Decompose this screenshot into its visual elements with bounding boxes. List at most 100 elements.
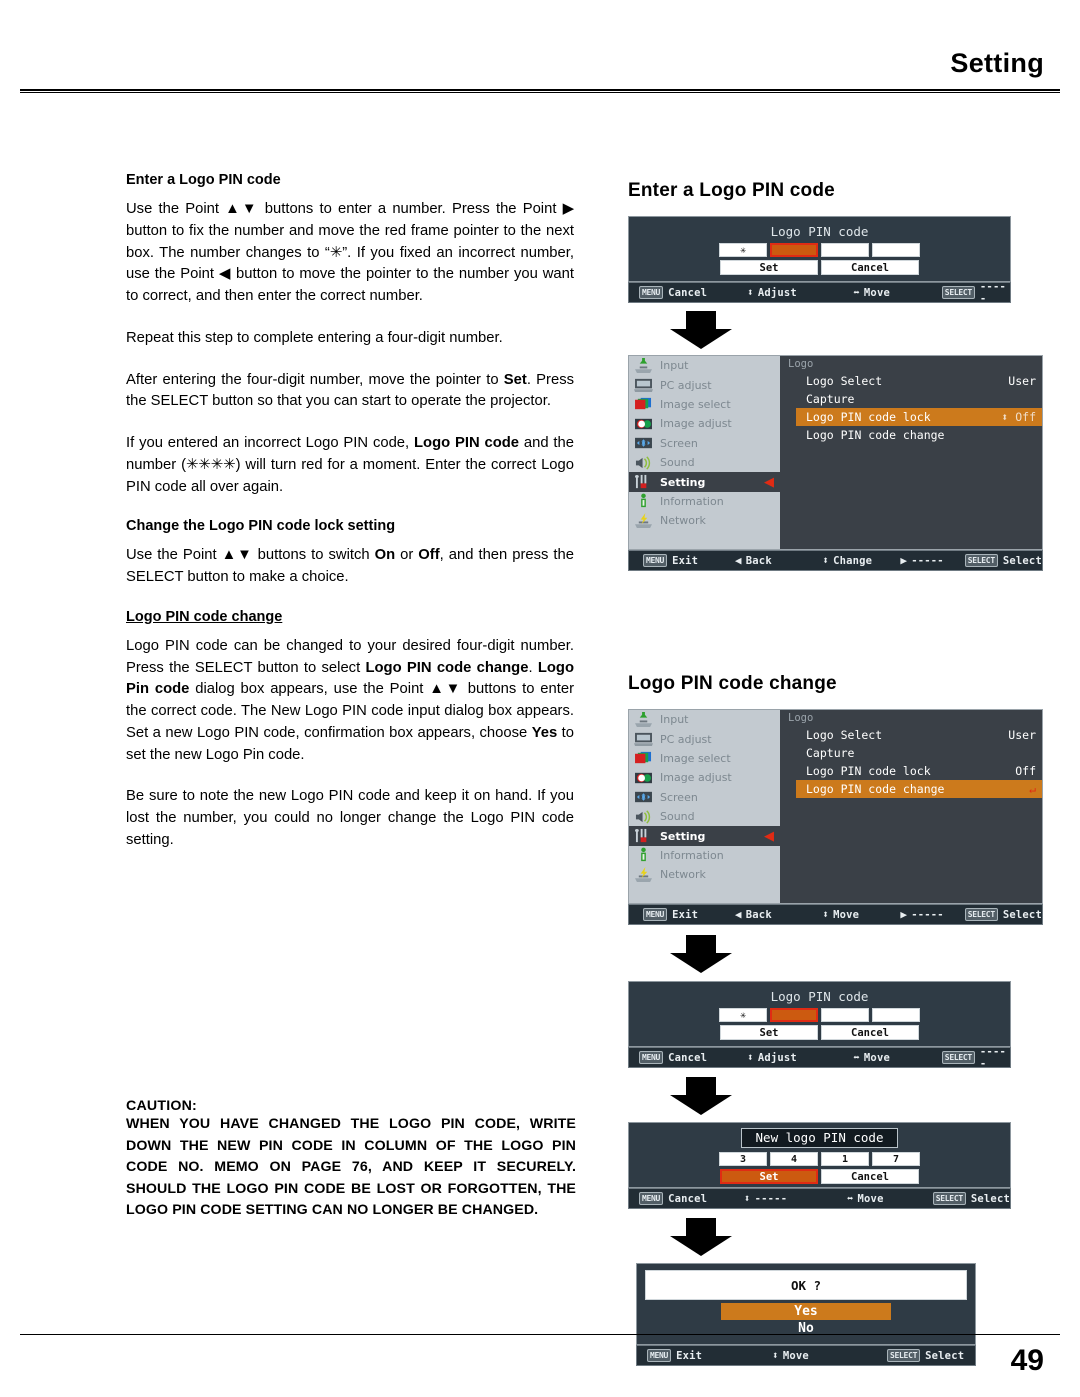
pin-cell-3[interactable] — [821, 243, 869, 257]
menu-row-value: ↵ — [1029, 782, 1036, 796]
menu-sidebar-item-pc-adjust[interactable]: PC adjust — [629, 375, 780, 394]
pin-cell-2[interactable] — [770, 243, 818, 257]
pin-cell-3[interactable]: 1 — [821, 1152, 869, 1166]
menu-sidebar-item-screen[interactable]: Screen — [629, 434, 780, 453]
osd-hint-bar: MENU Exit ⬍ Move SELECT Select — [636, 1345, 976, 1366]
menu-sidebar-item-sound[interactable]: Sound — [629, 453, 780, 472]
pin-cell-3[interactable] — [821, 1008, 869, 1022]
pin-cell-4[interactable]: 7 — [872, 1152, 920, 1166]
hint-exit: MENU Exit — [643, 554, 735, 567]
confirm-dialog[interactable]: OK ? Yes No — [636, 1263, 976, 1345]
image-adjust-icon — [633, 416, 654, 432]
hint-back: ◀ Back — [735, 908, 822, 921]
figure-setting-menu-1[interactable]: Input PC adjust Image select Image adjust Sc… — [628, 355, 1043, 571]
yes-button[interactable]: Yes — [721, 1303, 891, 1320]
confirm-question: OK ? — [645, 1270, 967, 1300]
hint-move: ⬌ Move — [847, 1192, 933, 1205]
paragraph-repeat-step: Repeat this step to complete entering a … — [126, 329, 503, 346]
hint-exit: MENU Exit — [647, 1349, 772, 1362]
hint-menu: MENU Cancel — [639, 1051, 747, 1064]
set-button[interactable]: Set — [720, 1025, 818, 1040]
pin-cell-2[interactable]: 4 — [770, 1152, 818, 1166]
menu-sidebar-item-input[interactable]: Input — [629, 356, 780, 375]
menu-sidebar-item-label: Image adjust — [660, 417, 732, 431]
hint-select-label: Select — [1002, 554, 1042, 567]
menu-sidebar-item-label: PC adjust — [660, 378, 712, 392]
menu-sidebar-item-network[interactable]: Network — [629, 865, 780, 884]
menu-sidebar-item-label: Information — [660, 848, 724, 862]
leftright-arrow-icon: ⬌ — [853, 1051, 860, 1064]
menu-sidebar-item-image-select[interactable]: Image select — [629, 395, 780, 414]
text-run: dialog box appears, use the Point ▲▼ but… — [126, 681, 575, 741]
hint-exit-label: Exit — [672, 554, 699, 567]
hint-select-label: Select — [925, 1349, 965, 1362]
menu-row-value: User — [1008, 728, 1036, 742]
left-arrow-icon: ◀ — [734, 908, 742, 921]
pin-cell-1[interactable]: ✳ — [719, 1008, 767, 1022]
menu-row-logo-pin-code-lock[interactable]: Logo PIN code lock ⬍ Off — [796, 408, 1042, 426]
cancel-button[interactable]: Cancel — [821, 1169, 919, 1184]
cancel-button[interactable]: Cancel — [821, 260, 919, 275]
caution-title: CAUTION: — [126, 1098, 197, 1114]
caution-block: CAUTION: WHEN YOU HAVE CHANGED THE LOGO … — [126, 1098, 576, 1222]
menu-row-logo-select[interactable]: Logo Select User — [796, 726, 1042, 744]
menu-sidebar-item-image-adjust[interactable]: Image adjust — [629, 768, 780, 787]
menu-row-logo-pin-code-change[interactable]: Logo PIN code change — [796, 426, 1042, 444]
menu-row-logo-pin-code-lock[interactable]: Logo PIN code lock Off — [796, 762, 1042, 780]
pin-cell-4[interactable] — [872, 243, 920, 257]
pin-cell-row: ✳ — [629, 1008, 1010, 1022]
set-button[interactable]: Set — [720, 260, 818, 275]
menu-row-capture[interactable]: Capture — [796, 390, 1042, 408]
pin-cell-4[interactable] — [872, 1008, 920, 1022]
pin-cell-1[interactable]: ✳ — [719, 243, 767, 257]
menu-row-label: Logo PIN code change — [806, 782, 945, 796]
dialog-title-wrap: New logo PIN code — [629, 1123, 1010, 1148]
menu-sidebar-item-setting[interactable]: Setting ◀ — [629, 472, 780, 492]
menu-row-capture[interactable]: Capture — [796, 744, 1042, 762]
hint-back: ◀ Back — [735, 554, 822, 567]
menu-sidebar-item-information[interactable]: Information — [629, 492, 780, 511]
menu-sidebar-item-setting[interactable]: Setting ◀ — [629, 826, 780, 846]
hint-menu-label: Cancel — [668, 286, 708, 299]
menu-sidebar-item-input[interactable]: Input — [629, 710, 780, 729]
hint-right: ▶ ----- — [900, 908, 964, 921]
pin-button-row: Set Cancel — [629, 1025, 1010, 1040]
sound-icon — [633, 455, 654, 471]
figure-setting-menu-2[interactable]: Input PC adjust Image select Image adjust Sc… — [628, 709, 1043, 925]
new-logo-pin-dialog[interactable]: New logo PIN code 3 4 1 7 Set Cancel — [628, 1122, 1011, 1188]
select-key-icon: SELECT — [964, 554, 998, 567]
setting-icon — [633, 474, 654, 490]
menu-sidebar-item-label: Image select — [660, 397, 731, 411]
menu-sidebar-item-network[interactable]: Network — [629, 511, 780, 530]
hint-exit-label: Exit — [676, 1349, 703, 1362]
pin-cell-row: ✳ — [629, 243, 1010, 257]
updown-arrow-icon: ⬍ — [743, 1192, 751, 1205]
pin-cell-1[interactable]: 3 — [719, 1152, 767, 1166]
menu-panel-title: Logo — [788, 358, 814, 370]
menu-sidebar-item-screen[interactable]: Screen — [629, 788, 780, 807]
cancel-button[interactable]: Cancel — [821, 1025, 919, 1040]
paragraph-switch-on-off: Use the Point ▲▼ buttons to switch On or… — [126, 545, 574, 589]
logo-pin-dialog[interactable]: Logo PIN code ✳ Set Cancel — [628, 216, 1011, 282]
hint-change-label: Change — [833, 554, 873, 567]
menu-sidebar-item-image-adjust[interactable]: Image adjust — [629, 414, 780, 433]
menu-row-logo-select[interactable]: Logo Select User — [796, 372, 1042, 390]
menu-row-label: Logo PIN code change — [806, 428, 945, 442]
select-key-icon: SELECT — [887, 1349, 921, 1362]
menu-sidebar-item-sound[interactable]: Sound — [629, 807, 780, 826]
text-run-bold: On — [374, 547, 396, 564]
menu-sidebar-item-label: Input — [660, 359, 689, 373]
menu-key-icon: MENU — [643, 554, 668, 567]
menu-sidebar-item-information[interactable]: Information — [629, 846, 780, 865]
logo-pin-dialog[interactable]: Logo PIN code ✳ Set Cancel — [628, 981, 1011, 1047]
menu-sidebar-item-label: Screen — [660, 436, 698, 450]
pin-button-row: Set Cancel — [629, 260, 1010, 275]
select-key-icon: SELECT — [941, 1051, 975, 1064]
set-button[interactable]: Set — [720, 1169, 818, 1184]
menu-row-logo-pin-code-change[interactable]: Logo PIN code change ↵ — [796, 780, 1042, 798]
menu-sidebar-item-pc-adjust[interactable]: PC adjust — [629, 729, 780, 748]
pin-cell-2[interactable] — [770, 1008, 818, 1022]
menu-sidebar-item-image-select[interactable]: Image select — [629, 749, 780, 768]
leftright-arrow-icon: ⬌ — [853, 286, 860, 299]
selected-caret-icon: ◀ — [764, 828, 774, 844]
